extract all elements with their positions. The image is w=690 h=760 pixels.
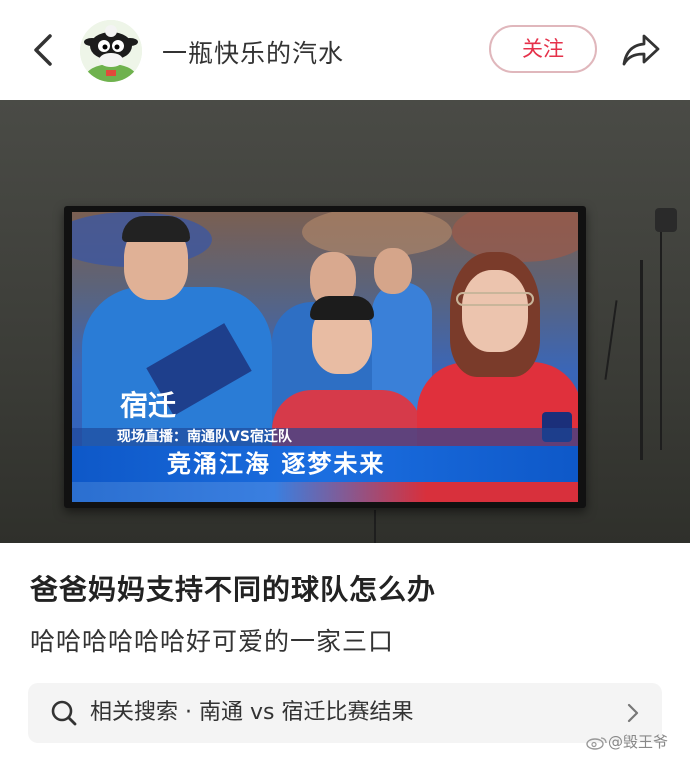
post-body: 哈哈哈哈哈哈好可爱的一家三口 — [30, 627, 395, 656]
chevron-right-icon — [627, 703, 639, 723]
boy-hair — [310, 296, 374, 320]
woman-glasses — [456, 292, 534, 306]
related-search[interactable]: 相关搜索 · 南通 vs 宿迁比赛结果 — [28, 683, 662, 743]
wall-device — [655, 208, 677, 232]
man-hair — [122, 216, 190, 242]
crowd — [452, 212, 578, 262]
follow-button[interactable]: 关注 — [489, 25, 597, 73]
fan-face — [374, 248, 412, 294]
share-icon[interactable] — [620, 30, 662, 70]
back-arrow-icon[interactable] — [28, 30, 58, 70]
post-photo[interactable]: 宿迁 现场直播：南通队VS宿迁队 竞涌江海 逐梦未来 — [0, 100, 690, 543]
crowd — [302, 212, 452, 257]
jersey-text: 宿迁 — [120, 389, 177, 422]
related-search-label: 相关搜索 · 南通 vs 宿迁比赛结果 — [90, 700, 414, 725]
tv-caption-main: 竞涌江海 逐梦未来 — [167, 450, 386, 478]
television: 宿迁 现场直播：南通队VS宿迁队 竞涌江海 逐梦未来 — [64, 206, 586, 508]
post-title: 爸爸妈妈支持不同的球队怎么办 — [30, 573, 437, 606]
tv-cable — [374, 510, 376, 543]
wall-cable — [640, 260, 643, 460]
tv-caption-small: 现场直播：南通队VS宿迁队 — [117, 429, 292, 445]
top-bar: 一瓶快乐的汽水 关注 — [0, 0, 690, 100]
watermark-text: @毁王爷 — [608, 733, 669, 751]
avatar[interactable] — [80, 20, 142, 82]
woman-face — [462, 270, 528, 352]
jersey-lower — [72, 482, 578, 502]
weibo-icon — [586, 736, 607, 750]
tv-caption-main-bar: 竞涌江海 逐梦未来 — [72, 446, 578, 482]
sheep-avatar-image — [80, 20, 142, 82]
wall-cable — [660, 210, 662, 450]
tv-caption-bar: 现场直播：南通队VS宿迁队 — [72, 428, 578, 446]
search-icon — [51, 700, 77, 726]
watermark: @毁王爷 — [586, 731, 668, 752]
tv-screen: 宿迁 现场直播：南通队VS宿迁队 竞涌江海 逐梦未来 — [72, 212, 578, 502]
username[interactable]: 一瓶快乐的汽水 — [162, 34, 344, 70]
